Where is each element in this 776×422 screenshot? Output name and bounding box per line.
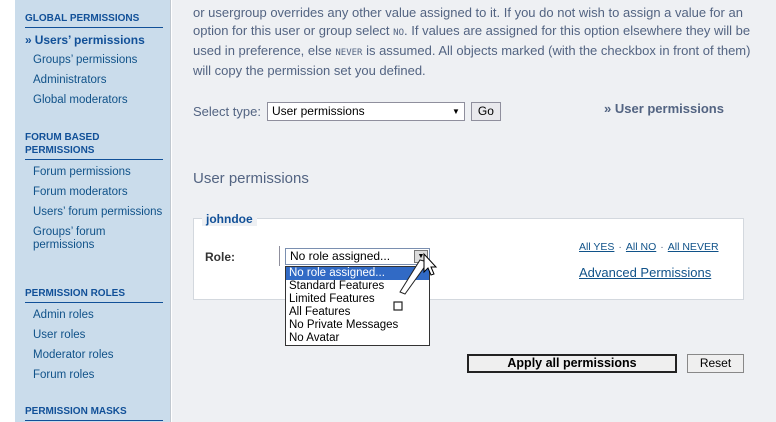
divider <box>279 246 280 266</box>
role-option[interactable]: No Avatar <box>286 332 429 345</box>
all-never-link[interactable]: All NEVER <box>668 241 719 253</box>
sidebar-item-administrators[interactable]: Administrators <box>25 74 163 87</box>
select-type-row: Select type: User permissions ▼ Go <box>193 101 501 121</box>
main-panel: or usergroup overrides any other value a… <box>172 0 776 422</box>
separator: · <box>618 241 622 253</box>
sidebar-item-moderator-roles[interactable]: Moderator roles <box>25 349 163 362</box>
intro-keyword-never: NEVER <box>335 48 363 58</box>
apply-all-permissions-button[interactable]: Apply all permissions <box>467 354 677 373</box>
separator: · <box>660 241 664 253</box>
select-type-value: User permissions <box>271 103 365 118</box>
sidebar-section-title: PERMISSION ROLES <box>25 287 163 303</box>
sidebar-section-title: PERMISSION MASKS <box>25 405 163 421</box>
sidebar-section-forum-based: FORUM BASED PERMISSIONS Forum permission… <box>25 131 163 252</box>
sidebar-item-forum-roles[interactable]: Forum roles <box>25 369 163 382</box>
go-button[interactable]: Go <box>470 101 501 121</box>
sidebar-section-title: FORUM BASED PERMISSIONS <box>25 131 163 160</box>
chevron-down-icon: ▼ <box>452 106 460 116</box>
sidebar-item-groups-permissions[interactable]: Groups’ permissions <box>25 54 163 67</box>
sidebar-item-admin-roles[interactable]: Admin roles <box>25 309 163 322</box>
select-type-dropdown[interactable]: User permissions ▼ <box>266 101 465 121</box>
user-permissions-header-link[interactable]: » User permissions <box>604 101 724 116</box>
sidebar: GLOBAL PERMISSIONS » Users’ permissions G… <box>15 0 171 422</box>
sidebar-item-groups-forum-permissions[interactable]: Groups’ forum permissions <box>25 226 163 252</box>
sidebar-item-users-forum-permissions[interactable]: Users’ forum permissions <box>25 206 163 219</box>
sidebar-item-forum-permissions[interactable]: Forum permissions <box>25 166 163 179</box>
sidebar-section-title: GLOBAL PERMISSIONS <box>25 12 163 28</box>
role-select-value: No role assigned... <box>290 249 391 263</box>
role-option[interactable]: No role assigned... <box>286 267 429 280</box>
role-option[interactable]: All Features <box>286 306 429 319</box>
all-no-link[interactable]: All NO <box>626 241 656 253</box>
chevron-down-icon[interactable]: ▼ <box>414 250 428 263</box>
sidebar-item-user-roles[interactable]: User roles <box>25 329 163 342</box>
sidebar-item-label: Users’ permissions <box>34 33 145 47</box>
reset-button[interactable]: Reset <box>687 354 744 373</box>
sidebar-item-global-moderators[interactable]: Global moderators <box>25 94 163 107</box>
active-bullet-icon: » <box>25 33 32 47</box>
sidebar-section-roles: PERMISSION ROLES Admin roles User roles … <box>25 287 163 382</box>
all-yes-link[interactable]: All YES <box>579 241 614 253</box>
intro-text: or usergroup overrides any other value a… <box>193 4 753 80</box>
role-option[interactable]: Standard Features <box>286 280 429 293</box>
sidebar-item-users-permissions[interactable]: » Users’ permissions <box>25 34 163 47</box>
role-dropdown-list: No role assigned... Standard Features Li… <box>285 266 430 346</box>
quick-set-links: All YES · All NO · All NEVER <box>579 241 719 253</box>
sidebar-item-forum-moderators[interactable]: Forum moderators <box>25 186 163 199</box>
role-option[interactable]: Limited Features <box>286 293 429 306</box>
section-heading: User permissions <box>193 170 309 187</box>
permission-fieldset <box>193 218 744 300</box>
sidebar-section-global: GLOBAL PERMISSIONS » Users’ permissions G… <box>25 12 163 107</box>
permission-username: johndoe <box>202 212 257 226</box>
role-select[interactable]: No role assigned... ▼ <box>285 248 430 265</box>
role-option[interactable]: No Private Messages <box>286 319 429 332</box>
select-type-label: Select type: <box>193 103 261 119</box>
role-label: Role: <box>205 250 235 264</box>
advanced-permissions-link[interactable]: Advanced Permissions <box>579 265 711 280</box>
intro-keyword-no: NO <box>393 28 405 38</box>
sidebar-section-masks: PERMISSION MASKS <box>25 405 163 421</box>
